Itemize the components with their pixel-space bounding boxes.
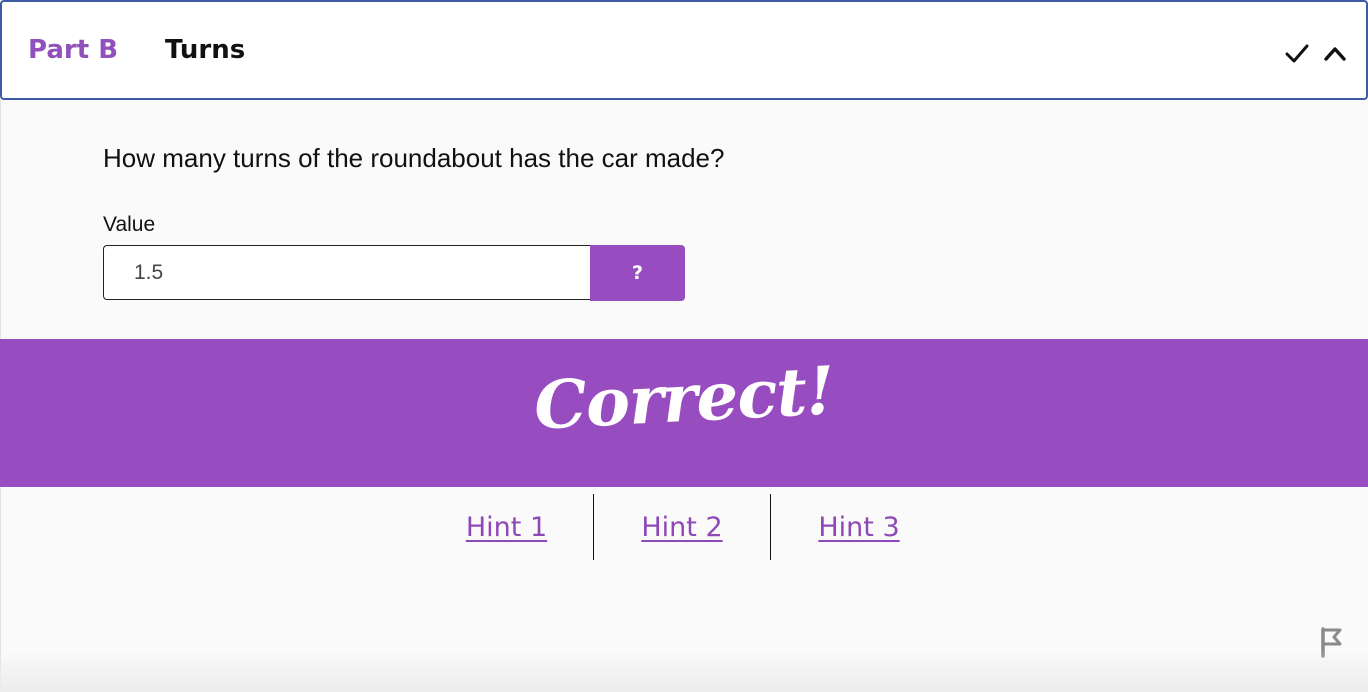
value-label: Value bbox=[103, 213, 156, 236]
answer-input-group: ? bbox=[103, 245, 685, 301]
part-label: Part B bbox=[28, 35, 119, 65]
help-button[interactable]: ? bbox=[590, 245, 685, 301]
part-header[interactable]: Part B Turns bbox=[0, 0, 1368, 100]
hint-3-link[interactable]: Hint 3 bbox=[770, 494, 947, 560]
part-title: Turns bbox=[165, 35, 246, 65]
hint-2-link[interactable]: Hint 2 bbox=[593, 494, 770, 560]
check-icon bbox=[1285, 44, 1309, 63]
chevron-up-icon[interactable] bbox=[1323, 44, 1347, 62]
value-input[interactable] bbox=[103, 245, 590, 300]
feedback-message: Correct! bbox=[532, 351, 836, 445]
feedback-banner: Correct! bbox=[0, 339, 1368, 487]
hint-links: Hint 1 Hint 2 Hint 3 bbox=[420, 494, 947, 560]
question-prompt: How many turns of the roundabout has the… bbox=[103, 143, 725, 173]
hint-1-link[interactable]: Hint 1 bbox=[420, 494, 593, 560]
flag-icon[interactable] bbox=[1319, 626, 1345, 658]
